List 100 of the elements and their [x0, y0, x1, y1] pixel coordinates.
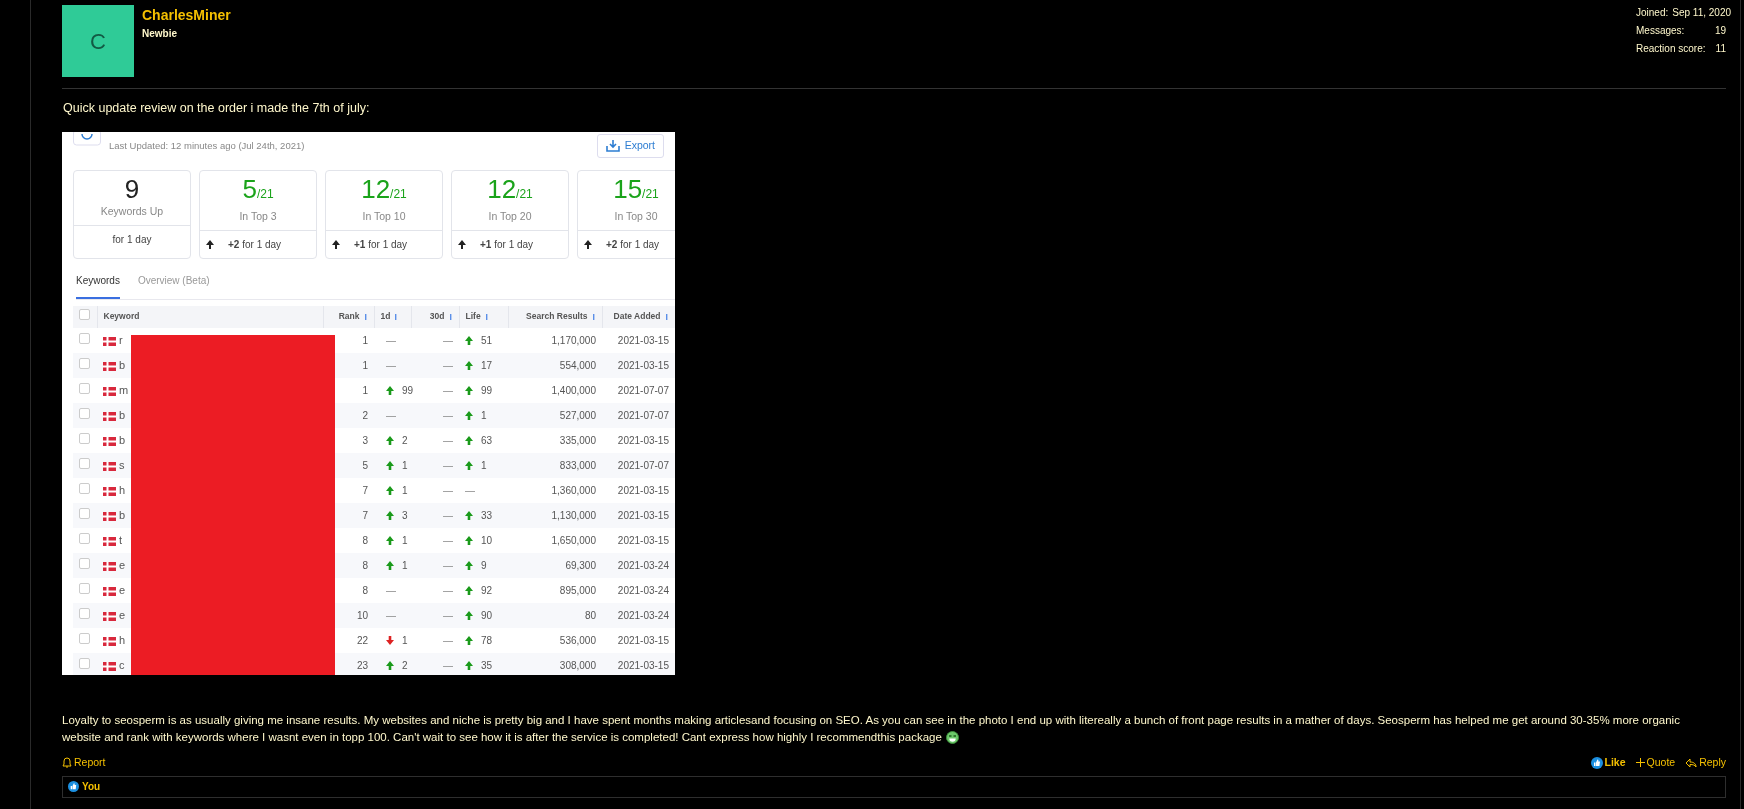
table-cell: 1 [402, 634, 408, 646]
stat-label: In Top 20 [488, 209, 532, 222]
up-arrow-icon [584, 239, 592, 249]
stat-label: Keywords Up [100, 204, 164, 217]
column-header[interactable]: 1d [380, 311, 391, 322]
like-button[interactable]: Like [1590, 754, 1626, 771]
checkbox[interactable] [79, 357, 90, 369]
stat-value: 19 [1714, 24, 1726, 38]
table-cell: 2021-03-15 [617, 484, 669, 496]
stat-label: Reaction score: [1636, 42, 1706, 56]
table-cell: 92 [481, 584, 493, 596]
reply-icon [1685, 757, 1698, 768]
stat-value: Sep 11, 2020 [1672, 6, 1731, 20]
stat-value: 12/21 [487, 173, 533, 204]
tab[interactable]: Keywords [76, 272, 120, 299]
flag-icon [103, 586, 116, 596]
column-header[interactable]: Keyword [103, 311, 140, 322]
export-button[interactable]: Export [596, 133, 664, 158]
username[interactable]: CharlesMiner [142, 5, 231, 26]
table-cell: 2 [402, 659, 408, 671]
table-cell: 1 [402, 459, 408, 471]
flag-icon [103, 486, 116, 496]
table-cell: 833,000 [559, 459, 596, 471]
avatar: C [62, 5, 134, 77]
reaction-user-link[interactable]: You [82, 779, 101, 794]
table-cell: 63 [481, 434, 493, 446]
flag-icon [103, 386, 116, 396]
table-cell: 22 [356, 634, 368, 646]
table-cell: 35 [481, 659, 493, 671]
stat-value: 12/21 [361, 173, 407, 204]
table-cell: 308,000 [559, 659, 596, 671]
table-cell: 527,000 [559, 409, 596, 421]
table-cell: e [119, 558, 126, 571]
up-arrow-icon [386, 561, 394, 571]
updated-text: Last Updated: 12 minutes ago (Jul 24th, 2021) [109, 138, 305, 153]
reply-link[interactable]: Reply [1685, 754, 1726, 771]
checkbox[interactable] [79, 657, 90, 669]
flag-icon [103, 361, 116, 371]
checkbox[interactable] [79, 607, 90, 619]
table-cell: 1,170,000 [551, 334, 596, 346]
table-cell: 1,400,000 [551, 384, 596, 396]
checkbox[interactable] [79, 407, 90, 419]
table-cell: — [386, 359, 396, 371]
table-cell: — [443, 584, 453, 596]
table-cell: 2021-03-15 [617, 359, 669, 371]
table-cell: 33 [481, 509, 493, 521]
table-cell: 8 [362, 534, 368, 546]
up-arrow-icon [465, 561, 473, 571]
up-arrow-icon [465, 461, 473, 471]
flag-icon [103, 536, 116, 546]
up-arrow-icon [458, 239, 466, 249]
table-cell: 3 [362, 434, 368, 446]
checkbox[interactable] [79, 557, 90, 569]
checkbox[interactable] [79, 432, 90, 444]
column-header[interactable]: Life [465, 311, 481, 322]
checkbox[interactable] [79, 457, 90, 469]
table-cell: e [119, 583, 126, 596]
table-cell: 1 [362, 384, 368, 396]
table-cell: 8 [362, 559, 368, 571]
stat-value: 5/21 [242, 173, 274, 204]
quote-link[interactable]: Quote [1635, 754, 1676, 771]
stat-label: Joined: [1636, 6, 1669, 20]
table-cell: — [443, 359, 453, 371]
flag-icon [103, 411, 116, 421]
table-cell: 9 [481, 559, 487, 571]
table-cell: — [386, 334, 396, 346]
report-link[interactable]: Report [62, 754, 106, 771]
table-cell: 69,300 [565, 559, 596, 571]
checkbox[interactable] [79, 332, 90, 344]
table-cell: h [119, 483, 126, 496]
up-arrow-icon [465, 611, 473, 621]
stat-label: In Top 10 [362, 209, 406, 222]
table-cell: 1 [362, 359, 368, 371]
checkbox[interactable] [79, 309, 90, 321]
smiley-icon [945, 730, 959, 744]
table-cell: 536,000 [559, 634, 596, 646]
table-cell: 99 [481, 384, 493, 396]
flag-icon [103, 461, 116, 471]
post-text: Quick update review on the order i made the 7th of july: [63, 100, 371, 117]
table-cell: 554,000 [559, 359, 596, 371]
up-arrow-icon [386, 486, 394, 496]
up-arrow-icon [386, 536, 394, 546]
table-cell: 335,000 [559, 434, 596, 446]
post-text: website and rank with keywords where I wasnt even in topp 100. Can't wait to see how it is after the service is completed! Cant express how highly I recommendthis package [62, 729, 942, 745]
thumbs-up-icon [68, 781, 79, 792]
checkbox[interactable] [79, 632, 90, 644]
table-cell: 895,000 [559, 584, 596, 596]
checkbox[interactable] [79, 507, 90, 519]
up-arrow-icon [465, 361, 473, 371]
table-cell: 2021-03-24 [617, 559, 669, 571]
table-cell: b [119, 433, 126, 446]
checkbox[interactable] [79, 582, 90, 594]
flag-icon [103, 636, 116, 646]
column-header[interactable]: 30d [429, 311, 445, 322]
thumbs-up-icon [1590, 756, 1603, 769]
checkbox[interactable] [79, 482, 90, 494]
table-cell: 1,650,000 [551, 534, 596, 546]
table-cell: 2021-03-15 [617, 509, 669, 521]
checkbox[interactable] [79, 532, 90, 544]
checkbox[interactable] [79, 382, 90, 394]
